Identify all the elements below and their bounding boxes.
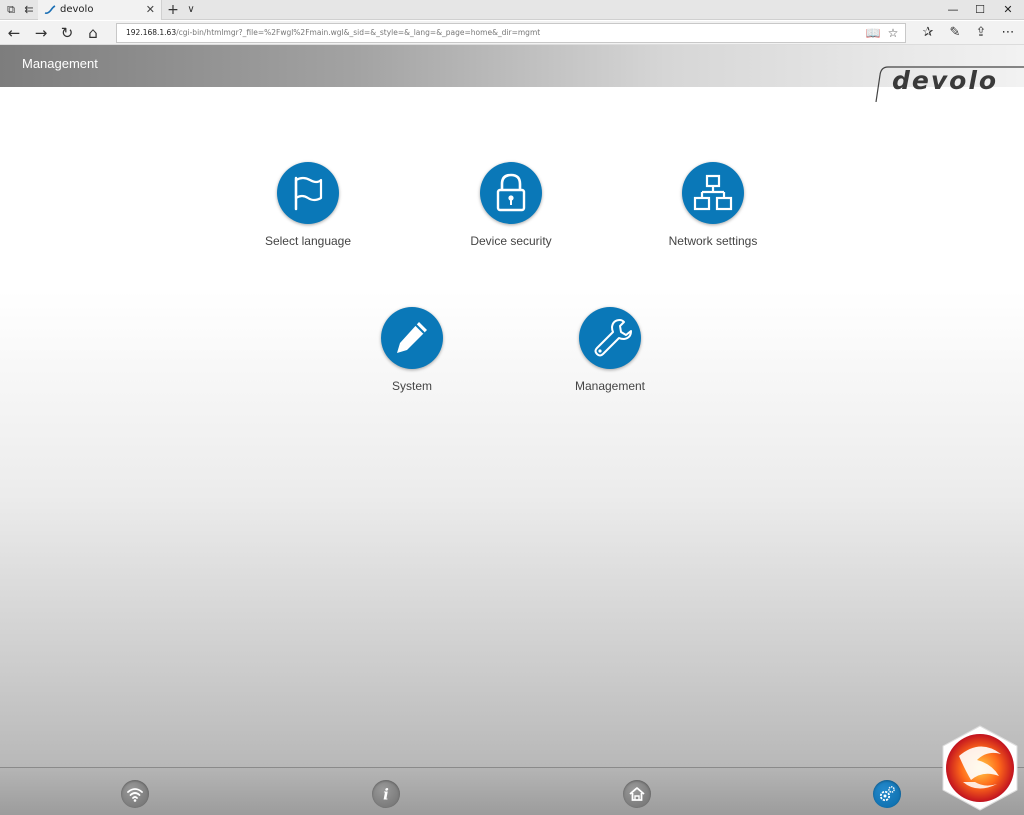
- wifi-icon[interactable]: [121, 780, 149, 808]
- tile-label: Select language: [264, 234, 352, 248]
- tab-preview-icon[interactable]: ⧉: [4, 3, 18, 17]
- info-icon[interactable]: i: [372, 780, 400, 808]
- reading-view-icon[interactable]: 📖: [865, 25, 881, 41]
- tile-select-language[interactable]: Select language: [228, 162, 388, 248]
- tile-management[interactable]: Management: [530, 307, 690, 393]
- tile-label: Network settings: [668, 234, 758, 248]
- page-title: Management: [22, 56, 98, 71]
- address-path: /cgi-bin/htmlmgr?_file=%2Fwgl%2Fmain.wgl…: [176, 28, 541, 37]
- address-bar[interactable]: 192.168.1.63/cgi-bin/htmlmgr?_file=%2Fwg…: [116, 23, 906, 43]
- tile-label: Device security: [470, 234, 552, 248]
- browser-navbar: ← → ↻ ⌂ 192.168.1.63/cgi-bin/htmlmgr?_fi…: [0, 21, 1024, 45]
- share-icon[interactable]: ⇪: [971, 24, 991, 42]
- network-icon: [682, 162, 744, 224]
- forward-icon[interactable]: →: [31, 24, 51, 42]
- web-note-icon[interactable]: ✎: [945, 24, 965, 42]
- info-glyph: i: [383, 786, 389, 804]
- favorite-star-icon[interactable]: ☆: [885, 25, 901, 41]
- watermark-badge-icon: [937, 724, 1023, 812]
- address-host: 192.168.1.63: [126, 28, 177, 37]
- tile-system[interactable]: System: [332, 307, 492, 393]
- more-menu-icon[interactable]: ⋯: [998, 24, 1018, 42]
- devolo-favicon-icon: [43, 3, 57, 17]
- tab-title: devolo: [60, 4, 94, 15]
- back-icon[interactable]: ←: [4, 24, 24, 42]
- close-tab-icon[interactable]: ✕: [146, 3, 155, 17]
- tab-list-chevron-icon[interactable]: ∨: [184, 3, 198, 17]
- home-browser-icon[interactable]: ⌂: [83, 24, 103, 42]
- flag-icon: [277, 162, 339, 224]
- gear-icon[interactable]: [873, 780, 901, 808]
- minimize-icon[interactable]: —: [940, 2, 966, 18]
- close-window-icon[interactable]: ✕: [995, 2, 1021, 18]
- pencil-icon: [381, 307, 443, 369]
- tile-network-settings[interactable]: Network settings: [633, 162, 793, 248]
- set-aside-tabs-icon[interactable]: ⇇: [22, 3, 36, 17]
- new-tab-icon[interactable]: +: [166, 3, 180, 17]
- tile-label: Management: [574, 379, 646, 393]
- logo-text: devolo: [892, 66, 999, 95]
- lock-icon: [480, 162, 542, 224]
- browser-titlebar: ⧉ ⇇ devolo ✕ + ∨ — ☐ ✕: [0, 0, 1024, 20]
- refresh-icon[interactable]: ↻: [57, 24, 77, 42]
- tile-label: System: [391, 379, 432, 393]
- main-content: Select language Device security Network …: [0, 87, 1024, 767]
- address-url: 192.168.1.63/cgi-bin/htmlmgr?_file=%2Fwg…: [126, 26, 540, 40]
- browser-tab[interactable]: devolo ✕: [38, 0, 162, 20]
- favorites-hub-icon[interactable]: ✰: [918, 24, 938, 42]
- tile-device-security[interactable]: Device security: [431, 162, 591, 248]
- home-icon[interactable]: [623, 780, 651, 808]
- footer-bar: i: [0, 767, 1024, 815]
- devolo-logo: devolo: [870, 66, 1024, 102]
- wrench-icon: [579, 307, 641, 369]
- maximize-icon[interactable]: ☐: [967, 2, 993, 18]
